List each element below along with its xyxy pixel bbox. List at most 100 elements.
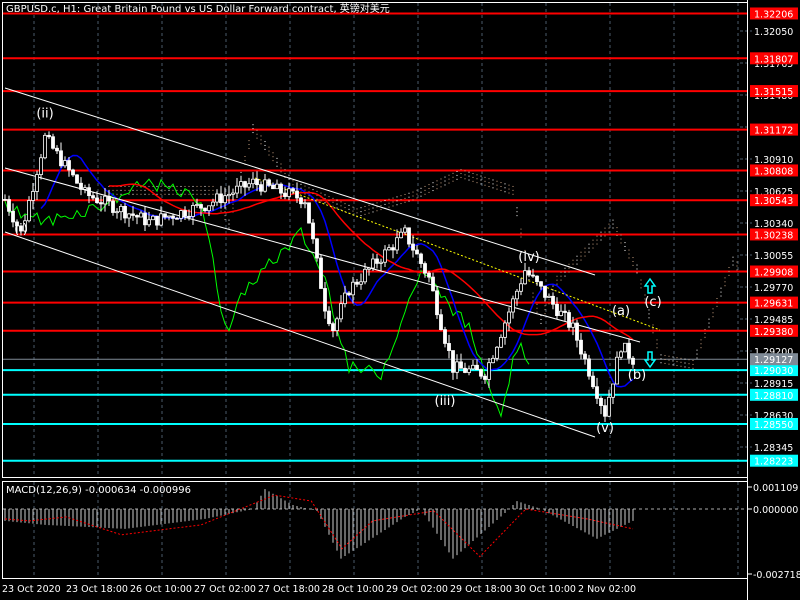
kumo-cloud-dot (476, 178, 478, 180)
kumo-cloud-dot (668, 359, 670, 361)
candle-bear (203, 207, 207, 212)
kumo-cloud-dot (480, 175, 482, 177)
kumo-cloud-dot (720, 287, 722, 289)
candle-bull (359, 281, 363, 285)
kumo-cloud-dot (400, 195, 402, 197)
kumo-cloud-dot (716, 301, 718, 303)
kumo-cloud-dot (604, 231, 606, 233)
kumo-cloud-dot (680, 361, 682, 363)
candle-bull (275, 183, 279, 190)
trend-channels[interactable] (4, 87, 661, 438)
kumo-cloud-dot (604, 227, 606, 229)
kumo-cloud-dot (732, 256, 734, 258)
kumo-cloud-dot (636, 272, 638, 274)
kumo-cloud-dot (380, 201, 382, 203)
kumo-cloud-dot (196, 185, 198, 187)
macd-label: MACD(12,26,9) -0.000634 -0.000996 (6, 485, 191, 496)
price-tick-label: 1.30055 (754, 251, 793, 262)
candle-bear (427, 272, 431, 278)
candle-bull (303, 202, 307, 205)
kumo-cloud-dot (256, 137, 258, 139)
kumo-cloud-dot (112, 189, 114, 191)
price-chart[interactable]: (i)(ii)(iii)(iv)(v)(a)(b)(c) 0.0011090.0… (0, 0, 800, 600)
kumo-cloud-dot (736, 261, 738, 263)
kumo-cloud-dot (528, 279, 530, 281)
candle-bear (575, 322, 579, 341)
candle-bull (35, 174, 39, 192)
candle-bear (539, 281, 543, 287)
kumo-cloud-dot (728, 270, 730, 272)
kumo-cloud-dot (592, 243, 594, 245)
kumo-cloud-dot (244, 159, 246, 161)
kumo-cloud-dot (192, 185, 194, 187)
kumo-cloud-dot (408, 200, 410, 202)
kumo-cloud-dot (168, 189, 170, 191)
arrow-up-icon (643, 277, 657, 294)
kumo-cloud-dot (204, 189, 206, 191)
price-tick-label: 1.28915 (754, 379, 793, 390)
kumo-cloud-dot (268, 146, 270, 148)
candle-bear (307, 202, 311, 224)
kumo-cloud-dot (392, 201, 394, 203)
candle-bear (327, 310, 331, 325)
kumo-cloud-dot (708, 326, 710, 328)
candlesticks (3, 131, 635, 422)
candle-bear (243, 181, 247, 188)
kumo-cloud-dot (300, 187, 302, 189)
kumo-cloud-dot (584, 251, 586, 253)
kumo-cloud-dot (388, 206, 390, 208)
kumo-cloud-dot (620, 242, 622, 244)
kumo-cloud-dot (408, 192, 410, 194)
kumo-cloud-dot (356, 208, 358, 210)
kumo-cloud-dot (404, 193, 406, 195)
candle-bear (475, 364, 479, 371)
kumo-cloud-dot (488, 178, 490, 180)
kumo-cloud-dot (608, 227, 610, 229)
kumo-cloud-dot (372, 211, 374, 213)
kumo-cloud-dot (720, 295, 722, 297)
kumo-cloud-dot (380, 209, 382, 211)
resistance-level-label: 1.31515 (754, 87, 793, 98)
candle-bear (347, 292, 351, 296)
kumo-cloud-dot (448, 174, 450, 176)
candle-bear (407, 227, 411, 245)
kumo-cloud-dot (488, 186, 490, 188)
candle-bear (375, 258, 379, 264)
channel-upper-line[interactable] (4, 87, 596, 276)
candle-bear (199, 204, 203, 209)
kumo-cloud-dot (496, 188, 498, 190)
kumo-cloud-dot (452, 176, 454, 178)
kumo-cloud-dot (328, 200, 330, 202)
kumo-cloud-dot (568, 263, 570, 265)
kumo-cloud-dot (688, 359, 690, 361)
time-label: 23 Oct 18:00 (66, 584, 128, 595)
kumo-cloud-dot (580, 255, 582, 257)
candle-bear (531, 274, 535, 277)
kumo-cloud-dot (304, 193, 306, 195)
kumo-cloud-dot (344, 207, 346, 209)
candle-bull (371, 258, 375, 269)
candle-bull (403, 227, 407, 233)
kumo-cloud-dot (248, 140, 250, 142)
candle-bull (43, 134, 47, 159)
candle-bear (219, 193, 223, 204)
kumo-cloud-dot (292, 180, 294, 182)
kumo-cloud-dot (592, 247, 594, 249)
time-label: 27 Oct 18:00 (258, 584, 320, 595)
kumo-cloud-dot (356, 212, 358, 214)
candle-bear (47, 134, 51, 138)
kumo-cloud-dot (360, 211, 362, 213)
kumo-cloud-dot (704, 328, 706, 330)
kumo-cloud-dot (500, 185, 502, 187)
kumo-cloud-dot (364, 213, 366, 215)
kumo-cloud-dot (444, 176, 446, 178)
kumo-cloud-dot (448, 182, 450, 184)
kumo-cloud-dot (312, 189, 314, 191)
kumo-cloud-dot (656, 347, 658, 349)
price-tick-label: 1.28345 (754, 443, 793, 454)
kumo-cloud-dot (624, 242, 626, 244)
kumo-cloud-dot (172, 189, 174, 191)
time-label: 30 Oct 10:00 (514, 584, 576, 595)
chart-title: GBPUSD.c, H1: Great Britain Pound vs US … (6, 2, 390, 15)
channel-middle-line[interactable] (4, 167, 641, 343)
